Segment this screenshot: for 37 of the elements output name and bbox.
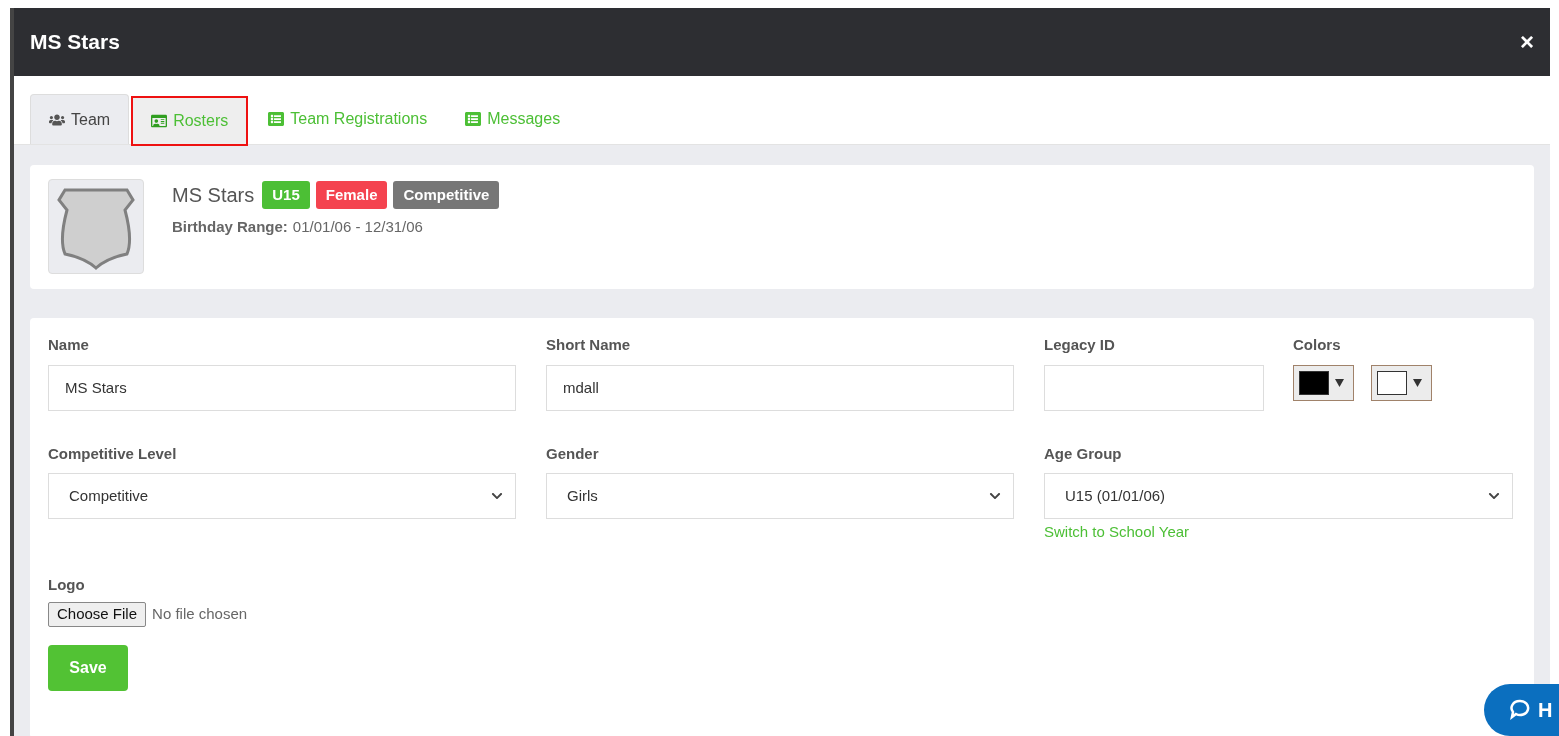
file-status: No file chosen	[152, 604, 248, 625]
chevron-down-icon	[491, 490, 503, 502]
list-icon	[268, 111, 285, 127]
select-field[interactable]: U15 (01/01/06)	[1044, 473, 1513, 519]
caret-icon	[1335, 378, 1344, 387]
field-label: Legacy ID	[1044, 335, 1116, 355]
id-card-icon	[151, 113, 168, 129]
field-label: Age Group	[1044, 443, 1123, 464]
field-label: Short Name	[546, 335, 632, 355]
chevron-down-icon	[1488, 490, 1500, 502]
color-picker[interactable]	[1293, 364, 1354, 401]
chevron-down-icon	[989, 490, 1001, 502]
window-title: MS Stars	[30, 29, 120, 56]
select-field[interactable]: Competitive	[48, 473, 516, 519]
field-label: Gender	[546, 443, 600, 464]
text-field[interactable]	[1044, 364, 1264, 411]
close-button[interactable]: ×	[1520, 30, 1534, 54]
color-picker[interactable]	[1371, 364, 1432, 401]
caret-icon	[1413, 378, 1422, 387]
birthday-range: 01/01/06 - 12/31/06	[292, 217, 423, 237]
field-label: Name	[48, 335, 90, 355]
badge: U15	[262, 180, 310, 210]
field-label: Colors	[1293, 335, 1342, 355]
text-field[interactable]: MS Stars	[48, 364, 516, 411]
help-button[interactable]: H	[1484, 684, 1559, 736]
tab[interactable]: Team	[30, 94, 130, 144]
chat-bubble-icon	[1508, 698, 1532, 722]
field-label: Competitive Level	[48, 443, 178, 464]
text-field[interactable]: mdall	[546, 364, 1014, 411]
field-label: Logo	[48, 574, 86, 595]
list-icon	[465, 111, 482, 127]
select-field[interactable]: Girls	[546, 473, 1014, 519]
birthday-label: Birthday Range:	[172, 217, 288, 237]
badge: Female	[315, 180, 388, 210]
team-name: MS Stars	[172, 183, 255, 208]
badge: Competitive	[393, 180, 500, 210]
choose-file-button[interactable]: Choose File	[48, 602, 147, 627]
